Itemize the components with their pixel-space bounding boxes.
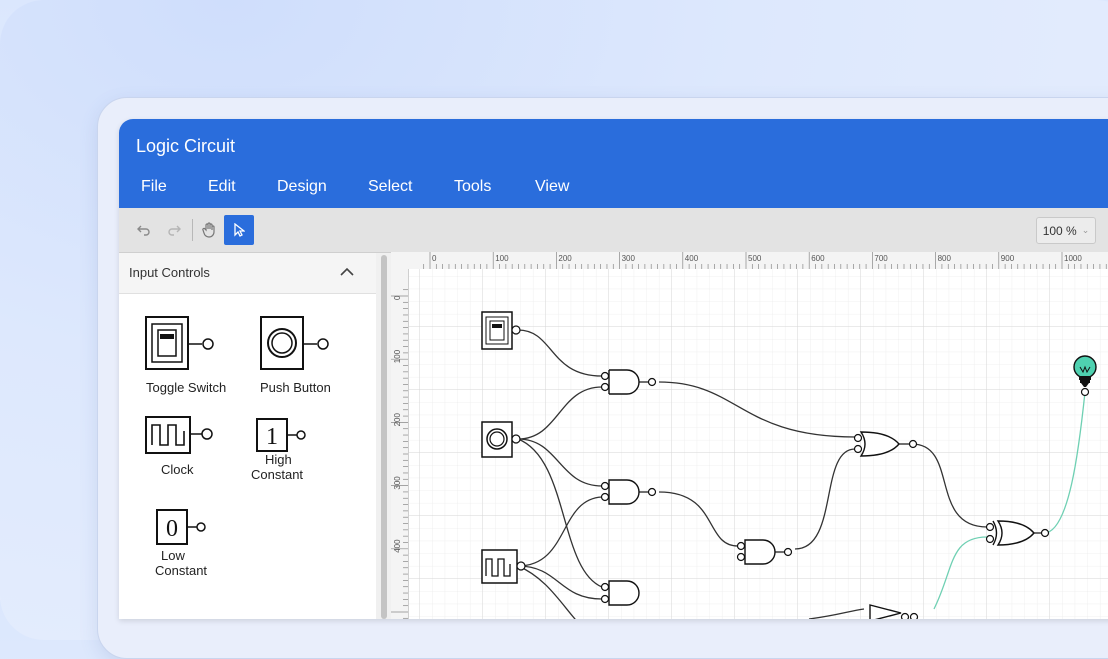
menu-select[interactable]: Select — [368, 178, 412, 196]
undo-icon — [137, 225, 150, 236]
chevron-up-icon[interactable] — [339, 266, 355, 278]
ruler-label: 1000 — [1064, 254, 1082, 263]
pointer-icon — [234, 223, 245, 237]
palette-item-push-button[interactable]: Push Button — [254, 303, 374, 398]
vertical-ruler-ticks: -1000100200300400 — [391, 220, 408, 619]
ruler-label: 700 — [874, 254, 888, 263]
push-button-icon — [260, 316, 329, 370]
ruler-label: 200 — [393, 413, 402, 427]
symbol-palette: Input Controls Toggle Switch Push Button… — [119, 253, 377, 619]
title-bar: Logic Circuit File Edit Design Select To… — [119, 119, 1108, 208]
ruler-label: 400 — [685, 254, 699, 263]
ruler-corner — [391, 252, 409, 269]
ruler-label: 100 — [495, 254, 509, 263]
low-constant-glyph: 0 — [166, 516, 178, 542]
high-constant-glyph: 1 — [266, 424, 278, 450]
redo-button[interactable] — [159, 215, 189, 245]
ruler-label: 0 — [393, 295, 402, 300]
menu-tools[interactable]: Tools — [454, 178, 491, 196]
chevron-down-icon: ⌄ — [1081, 225, 1090, 235]
horizontal-ruler-ticks: 0 100 200 300 400 500 600 700 800 900 1000 — [423, 252, 1107, 269]
redo-icon — [168, 225, 181, 236]
palette-scrollbar-thumb[interactable] — [381, 255, 387, 619]
ruler-label: 900 — [1001, 254, 1015, 263]
app-title: Logic Circuit — [136, 136, 236, 156]
ruler-label: 500 — [748, 254, 762, 263]
menu-file[interactable]: File — [141, 178, 167, 196]
toggle-switch-icon — [145, 316, 214, 370]
high-constant-label-line1: High — [265, 452, 292, 467]
palette-item-clock[interactable]: Clock — [139, 415, 249, 485]
palette-item-high-constant[interactable]: 1 High Constant — [249, 415, 359, 495]
circuit-diagram[interactable] — [409, 269, 1108, 619]
zoom-value: 100 % — [1042, 223, 1077, 238]
menu-design[interactable]: Design — [277, 178, 327, 196]
menu-view[interactable]: View — [535, 178, 569, 196]
zoom-select[interactable]: 100 % ⌄ — [1036, 217, 1096, 244]
vertical-ruler: -1000100200300400 — [391, 220, 409, 619]
diagram-canvas[interactable] — [409, 269, 1108, 619]
palette-header-input-controls[interactable]: Input Controls — [119, 253, 376, 294]
toolbar-separator — [192, 219, 193, 241]
toolbar: 100 % ⌄ — [119, 208, 1108, 253]
hand-icon — [202, 222, 215, 238]
ruler-label: 0 — [432, 254, 437, 263]
ruler-label: 300 — [393, 476, 402, 490]
menu-edit[interactable]: Edit — [208, 178, 236, 196]
ruler-label: 400 — [393, 539, 402, 553]
ruler-label: 600 — [811, 254, 825, 263]
clock-label: Clock — [161, 462, 194, 477]
horizontal-ruler: 0 100 200 300 400 500 600 700 800 900 1000 — [409, 252, 1108, 270]
low-constant-label-line2: Constant — [155, 563, 208, 578]
ruler-label: 800 — [938, 254, 952, 263]
push-button-label: Push Button — [260, 380, 331, 395]
ruler-label: 100 — [393, 349, 402, 363]
app-window: Logic Circuit File Edit Design Select To… — [119, 119, 1108, 619]
low-constant-label-line1: Low — [161, 548, 185, 563]
ruler-label: 300 — [622, 254, 636, 263]
ruler-label: 200 — [558, 254, 572, 263]
palette-title: Input Controls — [129, 265, 210, 280]
undo-button[interactable] — [129, 215, 159, 245]
palette-item-low-constant[interactable]: 0 Low Constant — [149, 508, 259, 588]
toggle-switch-label: Toggle Switch — [146, 380, 227, 395]
select-tool-button[interactable] — [224, 215, 254, 245]
low-constant-icon: 0 — [156, 509, 206, 545]
clock-icon — [145, 416, 213, 454]
pan-tool-button[interactable] — [194, 215, 224, 245]
high-constant-icon: 1 — [256, 418, 306, 452]
high-constant-label-line2: Constant — [251, 467, 304, 482]
